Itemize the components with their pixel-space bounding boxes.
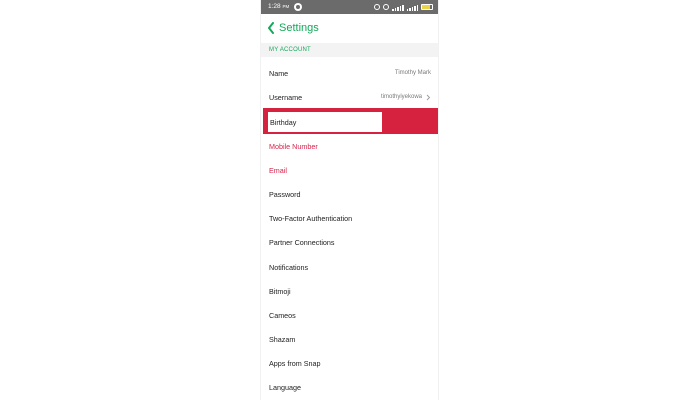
row-label: Language: [269, 382, 301, 392]
back-chevron-icon[interactable]: [267, 22, 275, 34]
phone-screen: 1:28 PM Settings MY ACCOUNT Name Timothy…: [261, 0, 438, 400]
row-label: Cameos: [269, 310, 296, 320]
settings-row-password[interactable]: Password: [261, 182, 438, 206]
section-header-my-account: MY ACCOUNT: [261, 43, 438, 57]
name-value: Timothy Mark: [394, 70, 431, 76]
chevron-right-icon: [426, 94, 431, 100]
settings-row-partner-connections[interactable]: Partner Connections: [261, 230, 438, 254]
settings-row-two-factor[interactable]: Two-Factor Authentication: [261, 206, 438, 230]
header: Settings: [261, 14, 438, 42]
row-label: Bitmoji: [269, 286, 291, 296]
status-time: 1:28 PM: [268, 0, 289, 14]
status-time-value: 1:28: [268, 3, 281, 10]
settings-row-apps-from-snap[interactable]: Apps from Snap: [261, 351, 438, 375]
row-label: Mobile Number: [269, 141, 318, 151]
row-label: Two-Factor Authentication: [269, 213, 353, 223]
status-bar: 1:28 PM: [261, 0, 438, 14]
settings-row-username[interactable]: Username timothyiyekowa: [261, 85, 438, 109]
settings-row-shazam[interactable]: Shazam: [261, 327, 438, 351]
signal-icon-2: [406, 4, 418, 11]
settings-row-notifications[interactable]: Notifications: [261, 255, 438, 279]
settings-row-email[interactable]: Email: [261, 158, 438, 182]
row-label: Birthday: [270, 117, 297, 127]
birthday-highlight-box: Birthday: [268, 112, 382, 132]
battery-icon: [421, 4, 433, 10]
row-label: Apps from Snap: [269, 358, 321, 368]
page-title: Settings: [279, 22, 319, 34]
alarm-icon: [374, 4, 380, 10]
settings-row-mobile-number[interactable]: Mobile Number: [261, 134, 438, 158]
notification-icon: [294, 3, 302, 11]
screenshot-frame: 1:28 PM Settings MY ACCOUNT Name Timothy…: [0, 0, 700, 400]
clock-icon: [383, 4, 389, 10]
row-label: Name: [269, 68, 289, 78]
row-label: Password: [269, 189, 301, 199]
settings-row-language[interactable]: Language: [261, 375, 438, 399]
row-value: Timothy Mark: [395, 70, 431, 76]
signal-icon: [392, 4, 404, 11]
status-time-suffix: PM: [282, 4, 290, 9]
username-value: timothyiyekowa: [380, 94, 422, 100]
settings-row-cameos[interactable]: Cameos: [261, 303, 438, 327]
row-label: Email: [269, 165, 287, 175]
settings-row-bitmoji[interactable]: Bitmoji: [261, 279, 438, 303]
row-label: Notifications: [269, 262, 309, 272]
status-icons: [374, 0, 433, 14]
row-label: Shazam: [269, 334, 296, 344]
battery-level: [422, 5, 430, 9]
settings-row-birthday[interactable]: Birthday: [263, 108, 438, 136]
row-label: Username: [269, 92, 303, 102]
row-value: timothyiyekowa: [381, 94, 431, 101]
settings-row-name[interactable]: Name Timothy Mark: [261, 61, 438, 85]
row-label: Partner Connections: [269, 237, 335, 247]
